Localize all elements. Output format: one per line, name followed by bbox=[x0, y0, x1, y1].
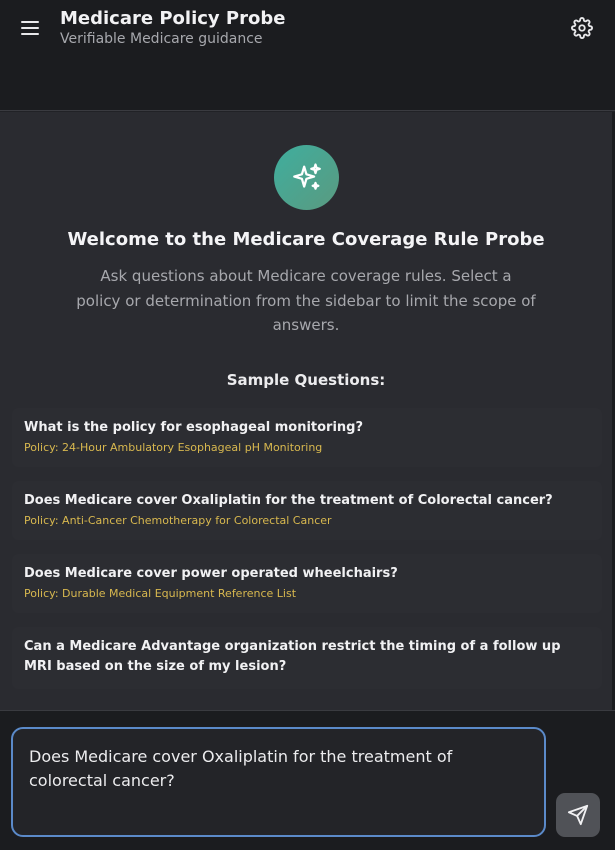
sample-questions-heading: Sample Questions: bbox=[226, 371, 386, 389]
sample-question-text: Can a Medicare Advantage organization re… bbox=[24, 639, 561, 674]
sample-question-text: Does Medicare cover power operated wheel… bbox=[24, 566, 398, 581]
welcome-title: Welcome to the Medicare Coverage Rule Pr… bbox=[67, 229, 545, 250]
sparkles-icon bbox=[274, 145, 339, 210]
sample-question-text: Does Medicare cover Oxaliplatin for the … bbox=[24, 493, 553, 508]
sample-question-policy: Policy: Durable Medical Equipment Refere… bbox=[24, 587, 297, 600]
question-input[interactable]: Does Medicare cover Oxaliplatin for the … bbox=[11, 727, 546, 837]
sample-question-card[interactable]: Can a Medicare Advantage organization re… bbox=[12, 627, 602, 689]
gear-icon[interactable] bbox=[571, 17, 593, 39]
sample-question-card[interactable]: Does Medicare cover Oxaliplatin for the … bbox=[12, 481, 602, 540]
welcome-description: Ask questions about Medicare coverage ru… bbox=[76, 267, 536, 334]
app-window: Medicare Policy Probe Verifiable Medicar… bbox=[0, 0, 615, 850]
header: Medicare Policy Probe Verifiable Medicar… bbox=[0, 0, 615, 111]
sample-question-card[interactable]: Does Medicare cover power operated wheel… bbox=[12, 554, 602, 613]
sample-question-policy: Policy: Anti-Cancer Chemotherapy for Col… bbox=[24, 514, 332, 527]
send-button[interactable] bbox=[556, 793, 600, 837]
sample-question-policy: Policy: 24-Hour Ambulatory Esophageal pH… bbox=[24, 441, 323, 454]
app-title: Medicare Policy Probe bbox=[60, 8, 286, 29]
hamburger-menu-icon[interactable] bbox=[18, 16, 42, 40]
send-icon bbox=[567, 804, 589, 826]
app-subtitle: Verifiable Medicare guidance bbox=[60, 31, 263, 47]
sample-question-card[interactable]: What is the policy for esophageal monito… bbox=[12, 408, 602, 467]
sample-question-text: What is the policy for esophageal monito… bbox=[24, 420, 364, 435]
